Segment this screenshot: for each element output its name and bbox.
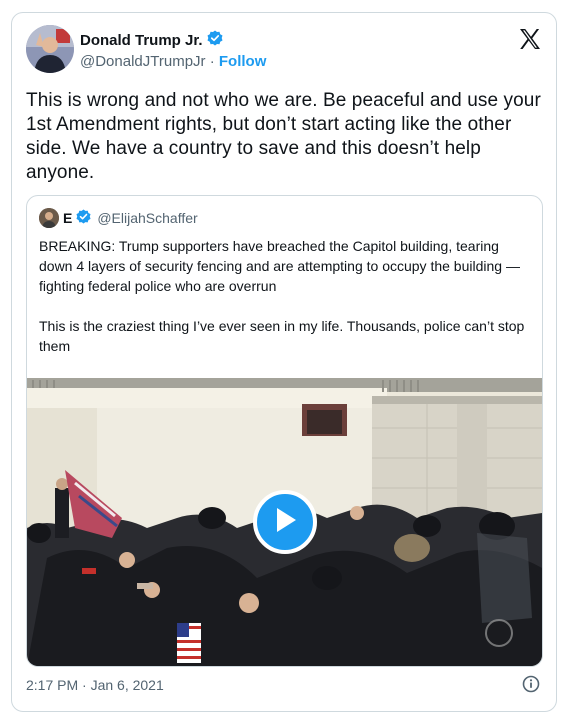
quoted-name: E xyxy=(63,210,73,226)
verified-badge-icon xyxy=(76,209,91,227)
play-icon xyxy=(272,506,298,539)
author-name[interactable]: Donald Trump Jr. xyxy=(80,32,203,49)
x-logo-icon[interactable] xyxy=(518,27,542,51)
tweet-text: This is wrong and not who we are. Be pea… xyxy=(26,90,541,183)
separator-dot: · xyxy=(209,53,215,70)
quoted-paragraph: This is the craziest thing I’ve ever see… xyxy=(39,318,525,354)
quoted-text: BREAKING: Trump supporters have breached… xyxy=(39,236,533,376)
play-button[interactable] xyxy=(253,490,317,554)
info-icon[interactable] xyxy=(522,675,540,693)
quoted-tweet[interactable]: E @ElijahSchaffer BREAKING: Trump suppor… xyxy=(26,195,543,667)
quoted-handle: @ElijahSchaffer xyxy=(97,210,198,226)
follow-button[interactable]: Follow xyxy=(219,53,267,70)
verified-badge-icon xyxy=(207,30,223,51)
tweet-card: Donald Trump Jr. @DonaldJTrumpJr · Follo… xyxy=(11,12,557,712)
quoted-paragraph: BREAKING: Trump supporters have breached… xyxy=(39,238,520,294)
tweet-timestamp[interactable]: 2:17 PM · Jan 6, 2021 xyxy=(26,677,164,693)
author-avatar[interactable] xyxy=(26,25,74,73)
author-handle[interactable]: @DonaldJTrumpJr xyxy=(80,53,206,70)
quoted-avatar xyxy=(39,208,59,228)
video-thumbnail[interactable] xyxy=(27,378,542,666)
